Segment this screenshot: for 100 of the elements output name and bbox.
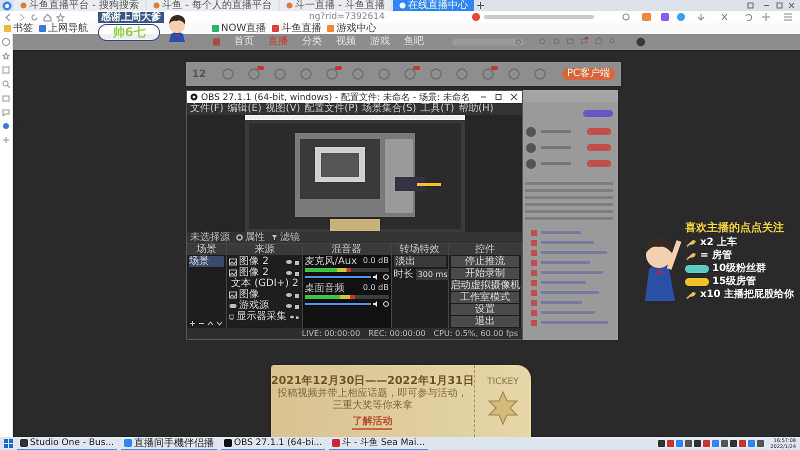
sidebar-icon[interactable] bbox=[2, 52, 10, 60]
gift-icon bbox=[685, 238, 698, 248]
app-icon bbox=[20, 439, 28, 447]
taskbar-app[interactable]: 斗 - 斗鱼 Sea Mai... bbox=[329, 437, 428, 450]
app-icon bbox=[224, 439, 232, 447]
control-button[interactable]: 停止推流 bbox=[450, 256, 519, 267]
control-button[interactable]: 设置 bbox=[450, 304, 519, 315]
pc-client-button[interactable]: PC客户端 bbox=[562, 68, 615, 80]
status-text: LIVE: 00:00:00 bbox=[302, 329, 360, 338]
favicon-icon bbox=[20, 2, 27, 9]
back-icon[interactable] bbox=[4, 12, 13, 22]
window-title: OBS 27.1.1 (64-bit, windows) - 配置文件: 未命名 - 场景: 未命名 bbox=[201, 92, 470, 102]
menu-item[interactable]: 配置文件(P) bbox=[304, 103, 358, 115]
source-item[interactable]: 文本 (GDI+) 2 bbox=[231, 278, 298, 289]
sidebar-icon[interactable] bbox=[2, 136, 10, 144]
control-button[interactable]: 工作室模式 bbox=[450, 292, 519, 303]
menu-item[interactable]: 编辑(E) bbox=[228, 103, 262, 115]
source-item[interactable]: 图像 2 bbox=[239, 256, 269, 267]
reload-icon[interactable] bbox=[30, 12, 39, 22]
source-item[interactable]: 图像 bbox=[239, 289, 260, 300]
ticket-label: TICKEY bbox=[487, 377, 519, 387]
new-tab-icon[interactable] bbox=[476, 1, 485, 10]
browser-tab[interactable]: 斗一直播 - 斗鱼直播 bbox=[280, 0, 391, 11]
star-icon[interactable] bbox=[56, 12, 65, 22]
window-controls-icon[interactable] bbox=[479, 93, 519, 101]
channel-reading: 0.0 dB bbox=[362, 256, 389, 267]
bookmark-link[interactable]: 斗鱼直播 bbox=[281, 23, 322, 34]
menu-item[interactable]: 工具(T) bbox=[420, 103, 454, 115]
control-button[interactable]: 退出 bbox=[450, 316, 519, 327]
event-date: 2021年12月30日——2022年1月31日 bbox=[271, 372, 474, 388]
menu-item[interactable]: 文件(F) bbox=[190, 103, 224, 115]
speaker-gear-icons[interactable] bbox=[372, 274, 389, 280]
cartoon-character-drawing bbox=[166, 12, 188, 42]
address-text: ng?rid=7392614 bbox=[309, 12, 385, 22]
taskbar-app[interactable]: Studio One - Bus... bbox=[17, 437, 117, 450]
image-source-icon bbox=[229, 290, 238, 298]
windows-start-icon[interactable] bbox=[4, 439, 13, 448]
duration-field[interactable]: 300 ms bbox=[416, 269, 450, 280]
dock-title: 转场特效 bbox=[392, 244, 448, 255]
bookmark-link[interactable]: 游戏中心 bbox=[336, 23, 376, 34]
browser-tab[interactable]: 斗鱼直播平台 - 搜狗搜索 bbox=[14, 0, 145, 11]
source-item[interactable]: 图像 2 bbox=[239, 267, 269, 278]
app-icon bbox=[124, 439, 132, 447]
bookmark-link[interactable]: 上网导航 bbox=[48, 23, 88, 34]
taskbar-app[interactable]: OBS 27.1.1 (64-bi... bbox=[220, 437, 326, 450]
control-button[interactable]: 启动虚拟摄像机 bbox=[450, 280, 519, 291]
visibility-lock-icons[interactable] bbox=[286, 302, 300, 308]
channel-name: 麦克风/Aux bbox=[304, 256, 358, 267]
scene-toolbar-icons[interactable] bbox=[189, 320, 223, 327]
scene-item[interactable]: 场景 bbox=[189, 256, 224, 267]
window-controls-icon[interactable] bbox=[746, 1, 796, 10]
gift-icon bbox=[685, 251, 698, 261]
gift-icon bbox=[685, 290, 698, 300]
visibility-lock-icons[interactable] bbox=[286, 292, 300, 298]
reward-text: x10 主播把屁股给你 bbox=[700, 289, 794, 301]
bookmark-link[interactable]: NOW直播 bbox=[221, 23, 266, 34]
menu-item[interactable]: 帮助(H) bbox=[458, 103, 494, 115]
bookmark-icon bbox=[212, 25, 219, 32]
reward-text: x2 上车 bbox=[700, 237, 738, 249]
menu-item[interactable]: 场景集合(S) bbox=[362, 103, 416, 115]
visibility-lock-icons[interactable] bbox=[286, 258, 300, 264]
sidebar-icon[interactable] bbox=[2, 66, 10, 74]
bookmark-icon bbox=[327, 25, 334, 32]
bookmark-link[interactable]: 书签 bbox=[13, 23, 33, 34]
system-tray-icons[interactable] bbox=[658, 439, 766, 448]
reward-text: = 房管 bbox=[700, 250, 732, 262]
forward-icon[interactable] bbox=[17, 12, 26, 22]
channel-name: 桌面音频 bbox=[304, 283, 345, 294]
speaker-gear-icons[interactable] bbox=[372, 301, 389, 307]
dock-title: 场景 bbox=[187, 244, 226, 255]
properties-button[interactable]: 属性 bbox=[236, 232, 265, 243]
browser-tab[interactable]: 斗鱼 - 每个人的直播平台 bbox=[146, 0, 278, 11]
favicon-icon bbox=[286, 2, 293, 9]
home-icon[interactable] bbox=[43, 12, 52, 22]
visibility-lock-icons[interactable] bbox=[290, 314, 300, 320]
reward-text: 15级房管 bbox=[712, 276, 756, 288]
viewer-count: 12 bbox=[192, 68, 206, 80]
image-source-icon bbox=[229, 268, 238, 276]
status-text: CPU: 0.5%, 60.00 fps bbox=[434, 329, 518, 338]
status-text: REC: 00:00:00 bbox=[368, 329, 426, 338]
sidebar-icon[interactable] bbox=[2, 38, 10, 46]
event-description: 投稿视频并带上相应话题，即可参与活动， bbox=[277, 388, 468, 400]
taskbar-app[interactable]: 直播间手機伴侣播 bbox=[120, 437, 217, 450]
favicon-icon bbox=[398, 2, 406, 9]
source-item[interactable]: 显示器采集 bbox=[236, 311, 286, 322]
control-button[interactable]: 开始录制 bbox=[450, 268, 519, 279]
no-source-label: 未选择源 bbox=[190, 232, 230, 243]
duration-label: 时长 bbox=[394, 269, 414, 280]
event-description: 三重大奖等你来拿 bbox=[332, 400, 412, 412]
menu-item[interactable]: 视图(V) bbox=[266, 103, 300, 115]
sidebar-icon[interactable] bbox=[2, 80, 10, 88]
transition-select[interactable]: 淡出 bbox=[394, 256, 446, 267]
visibility-lock-icons[interactable] bbox=[286, 270, 300, 276]
source-item[interactable]: 游戏源 bbox=[239, 300, 270, 311]
display-source-icon bbox=[229, 312, 234, 320]
dock-title: 来源 bbox=[227, 244, 302, 255]
bookmark-icon bbox=[4, 25, 11, 32]
filters-button[interactable]: 滤镜 bbox=[271, 232, 300, 243]
dock-title: 控件 bbox=[448, 244, 521, 255]
app-icon bbox=[332, 439, 340, 447]
